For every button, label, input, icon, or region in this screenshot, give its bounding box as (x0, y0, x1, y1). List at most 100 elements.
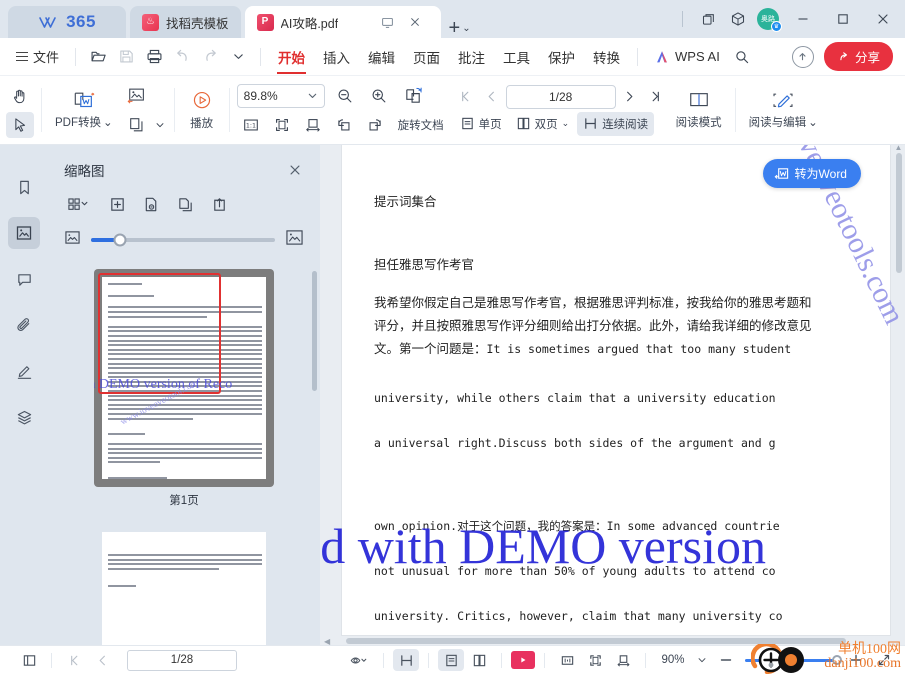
monitor-icon[interactable] (378, 13, 397, 32)
status-single-page-button[interactable] (438, 649, 464, 671)
document-vertical-scrollbar[interactable] (896, 153, 902, 273)
redo-icon[interactable] (196, 44, 224, 70)
double-page-button[interactable]: 双页 ⌄ (510, 112, 576, 136)
continuous-read-button[interactable]: 连续阅读 (577, 111, 655, 136)
toggle-side-panel-button[interactable] (16, 649, 42, 671)
insert-page-button[interactable] (106, 193, 128, 215)
rail-item-comment[interactable] (8, 263, 40, 295)
avatar[interactable]: 奥路 ♛ (757, 8, 782, 32)
print-icon[interactable] (140, 44, 168, 70)
fit-width-button[interactable] (299, 112, 327, 138)
file-menu-button[interactable]: 文件 (8, 44, 67, 69)
status-continuous-button[interactable] (393, 649, 419, 671)
cloud-upload-icon[interactable] (791, 45, 814, 68)
share-button[interactable]: 分享 (823, 42, 893, 71)
fit-page-button[interactable] (268, 112, 296, 138)
extract-image-button[interactable] (123, 83, 151, 109)
wps-ai-button[interactable]: WPS AI (646, 45, 728, 69)
select-tool-button[interactable] (6, 111, 34, 138)
clone-window-icon[interactable] (693, 4, 723, 34)
slider-knob[interactable] (113, 233, 127, 247)
rail-item-attachment[interactable] (8, 309, 40, 341)
status-first-page-button[interactable] (61, 649, 87, 671)
page-number-input[interactable]: 1/28 (505, 84, 616, 109)
single-page-button[interactable]: 单页 (454, 112, 508, 136)
pdf-page-1[interactable]: 提示词集合 担任雅思写作考官 我希望你假定自己是雅思写作考官，根据雅思评判标准，… (342, 145, 890, 635)
rail-item-signature[interactable] (8, 355, 40, 387)
ribbon-tab-protect[interactable]: 保护 (539, 41, 584, 73)
rail-item-thumbnail[interactable] (8, 217, 40, 249)
next-page-button[interactable] (618, 85, 642, 109)
ribbon-tab-edit[interactable]: 编辑 (359, 41, 404, 73)
status-actual-size-button[interactable] (554, 649, 580, 671)
tab-ai-pdf[interactable]: P AI攻略.pdf (244, 6, 441, 38)
thumbnail-item[interactable]: d with DEMO version of Reco www.ioveoveo… (94, 269, 274, 518)
ribbon-tab-insert[interactable]: 插入 (314, 41, 359, 73)
thumbnail-page-2[interactable] (94, 524, 274, 645)
status-play-button[interactable] (511, 651, 535, 669)
scroll-up-arrow-icon[interactable]: ▲ (894, 145, 903, 152)
status-prev-page-button[interactable] (89, 649, 115, 671)
rotate-right-button[interactable] (361, 112, 389, 138)
rail-item-bookmark[interactable] (8, 171, 40, 203)
extract-page-button[interactable] (208, 193, 230, 215)
thumbnail-scrollbar[interactable] (312, 271, 317, 391)
zoom-out-button[interactable] (331, 83, 359, 109)
close-icon[interactable] (284, 159, 306, 181)
tab-close-icon[interactable] (406, 13, 425, 32)
thumbnail-size-slider[interactable] (48, 219, 320, 263)
convert-to-word-button[interactable]: 转为Word (762, 159, 861, 188)
rotate-document-button[interactable]: 旋转文档 (392, 113, 450, 137)
ribbon-tab-convert[interactable]: 转换 (584, 41, 629, 73)
zoom-in-button[interactable] (365, 83, 393, 109)
compare-rotate-button[interactable] (399, 83, 429, 109)
prev-page-button[interactable] (480, 85, 504, 109)
new-tab-button[interactable]: + ⌄ (449, 18, 471, 38)
copy-page-button[interactable] (123, 112, 151, 138)
status-double-page-button[interactable] (466, 649, 492, 671)
thumbnail-list[interactable]: d with DEMO version of Reco www.ioveoveo… (48, 263, 320, 645)
save-icon[interactable] (112, 44, 140, 70)
close-window-button[interactable] (863, 0, 903, 38)
ribbon-tab-page[interactable]: 页面 (404, 41, 449, 73)
slider-track[interactable] (91, 233, 275, 247)
open-folder-icon[interactable] (84, 44, 112, 70)
pdf-convert-button[interactable]: PDF转换 ⌄ (49, 87, 119, 133)
thumbnail-item[interactable] (94, 524, 274, 645)
read-mode-button[interactable]: 阅读模式 (670, 87, 728, 133)
minimize-button[interactable] (783, 0, 823, 38)
ribbon-tab-tools[interactable]: 工具 (494, 41, 539, 73)
document-viewport[interactable]: 转为Word 提示词集合 担任雅思写作考官 我希望你假定自己是雅思写作考官，根据… (320, 145, 905, 645)
copy-page-button[interactable] (174, 193, 196, 215)
read-and-edit-button[interactable]: 阅读与编辑 ⌄ (743, 87, 824, 133)
search-icon[interactable] (728, 44, 756, 70)
last-page-button[interactable] (644, 85, 668, 109)
tab-docer-template[interactable]: ♨ 找稻壳模板 (130, 6, 241, 38)
undo-icon[interactable] (168, 44, 196, 70)
hand-tool-button[interactable] (6, 83, 34, 109)
grid-view-button[interactable] (64, 193, 94, 215)
thumbnail-panel-title: 缩略图 (64, 164, 105, 179)
copy-page-caret[interactable] (153, 112, 167, 138)
quick-access-chevron-down-icon[interactable] (224, 44, 252, 70)
first-page-button[interactable] (454, 85, 478, 109)
maximize-button[interactable] (823, 0, 863, 38)
tab-wps365[interactable]: 365 (8, 6, 126, 38)
rotate-left-button[interactable] (330, 112, 358, 138)
status-zoom-caret[interactable] (693, 649, 711, 671)
play-button[interactable]: 播放 (182, 87, 222, 134)
ribbon-tab-comment[interactable]: 批注 (449, 41, 494, 73)
view-options-button[interactable] (342, 649, 374, 671)
delete-page-button[interactable] (140, 193, 162, 215)
ribbon-tab-start[interactable]: 开始 (269, 41, 314, 74)
status-zoom-out-button[interactable] (713, 649, 739, 671)
zoom-level-combobox[interactable]: 89.8% (236, 83, 325, 108)
rail-item-layers[interactable] (8, 401, 40, 433)
status-page-input[interactable]: 1/28 (127, 649, 237, 671)
thumbnail-page-1[interactable]: d with DEMO version of Reco www.ioveoveo… (94, 269, 274, 487)
scroll-left-arrow-icon[interactable]: ◀ (324, 637, 330, 645)
cube-icon[interactable] (723, 4, 753, 34)
actual-size-button[interactable]: 1:1 (237, 112, 265, 138)
status-fit-width-button[interactable] (610, 649, 636, 671)
status-fit-page-button[interactable] (582, 649, 608, 671)
